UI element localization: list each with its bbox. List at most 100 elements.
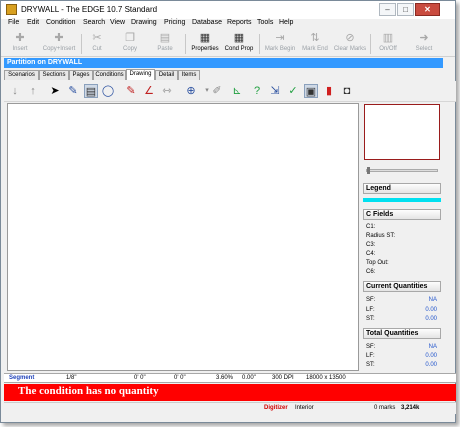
main-toolbar: ✚ Insert ✚ Copy+Insert ✂ Cut ❐ Copy ▤ Paste ▦… bbox=[1, 30, 455, 57]
panel-view-icon[interactable]: ▣ bbox=[304, 84, 318, 98]
percent-readout: 3.60% bbox=[216, 375, 234, 381]
scale-tool-icon[interactable]: ⇿ bbox=[160, 84, 174, 98]
c-field-label: C6: bbox=[366, 269, 376, 275]
section-title: Partition on DRYWALL bbox=[7, 59, 83, 66]
angle-tool-icon[interactable]: ∠ bbox=[142, 84, 156, 98]
clear-marks-button[interactable]: ⊘ Clear Marks bbox=[332, 31, 368, 56]
menu-pricing[interactable]: Pricing bbox=[164, 19, 185, 26]
menu-reports[interactable]: Reports bbox=[227, 19, 252, 26]
legend-header: Legend bbox=[363, 183, 441, 194]
current-quantities-header: Current Quantities bbox=[363, 281, 441, 292]
edit-segment-icon[interactable]: ✐ bbox=[210, 84, 224, 98]
page-thumbnail[interactable] bbox=[364, 104, 440, 160]
globe-icon[interactable]: ⊕ bbox=[184, 84, 198, 98]
total-value: 0.00 bbox=[425, 353, 437, 359]
tab-conditions[interactable]: Conditions bbox=[93, 70, 126, 80]
zoom-slider[interactable] bbox=[366, 167, 438, 174]
maximize-button[interactable]: □ bbox=[397, 3, 414, 16]
clear-marks-icon: ⊘ bbox=[345, 32, 355, 44]
position-x-readout: 0' 0" bbox=[134, 375, 146, 381]
toggle-icon: ▥ bbox=[382, 32, 394, 44]
marks-count: 0 marks bbox=[374, 405, 396, 411]
c-field-label: C4: bbox=[366, 251, 376, 257]
properties-icon: ▦ bbox=[199, 32, 211, 44]
c-field-label: Radius ST: bbox=[366, 233, 396, 239]
toolbar-divider bbox=[81, 34, 82, 54]
tab-drawing[interactable]: Drawing bbox=[126, 69, 155, 80]
condition-alert: The condition has no quantity bbox=[4, 384, 456, 401]
draw-mode-icon[interactable]: ▤ bbox=[84, 84, 98, 98]
window-title: DRYWALL - The EDGE 10.7 Standard bbox=[21, 5, 158, 14]
fit-view-icon[interactable]: ◘ bbox=[340, 84, 354, 98]
quantity-label: ST: bbox=[366, 316, 375, 322]
tab-scenarios[interactable]: Scenarios bbox=[4, 70, 39, 80]
copy-button[interactable]: ❐ Copy bbox=[117, 31, 143, 56]
arrow-down-icon[interactable]: ↓ bbox=[8, 84, 22, 98]
close-button[interactable]: ✕ bbox=[415, 3, 440, 16]
connect-nodes-icon[interactable]: ⇲ bbox=[268, 84, 282, 98]
c-field-label: Top Out: bbox=[366, 260, 389, 266]
interior-status: Interior bbox=[295, 405, 314, 411]
mark-begin-icon: ⇥ bbox=[275, 32, 285, 44]
menu-condition[interactable]: Condition bbox=[46, 19, 76, 26]
toolbar-divider bbox=[185, 34, 186, 54]
cond-prop-button[interactable]: ▦ Cond Prop bbox=[223, 31, 255, 56]
digitizer-status: Digitizer bbox=[264, 405, 288, 411]
mark-begin-button[interactable]: ⇥ Mark Begin bbox=[262, 31, 298, 56]
title-bar: DRYWALL - The EDGE 10.7 Standard – □ ✕ bbox=[1, 1, 455, 19]
menu-view[interactable]: View bbox=[110, 19, 125, 26]
tab-detail[interactable]: Detail bbox=[155, 70, 178, 80]
minimize-button[interactable]: – bbox=[379, 3, 396, 16]
paste-button[interactable]: ▤ Paste bbox=[151, 31, 179, 56]
help-point-icon[interactable]: ? bbox=[250, 84, 264, 98]
mark-end-button[interactable]: ⇅ Mark End bbox=[299, 31, 331, 56]
image-size-readout: 18000 x 13500 bbox=[306, 375, 346, 381]
toolbar-divider bbox=[259, 34, 260, 54]
select-arrow-icon: ➜ bbox=[419, 32, 429, 44]
tab-strip: Scenarios Sections Pages Conditions Draw… bbox=[4, 69, 443, 80]
axis-tool-icon[interactable]: ⊾ bbox=[230, 84, 244, 98]
menu-edit[interactable]: Edit bbox=[27, 19, 39, 26]
segment-label: Segment bbox=[9, 375, 35, 381]
cut-button[interactable]: ✂ Cut bbox=[85, 31, 109, 56]
rec-draw-icon[interactable]: ✎ bbox=[124, 84, 138, 98]
c-fields-header: C Fields bbox=[363, 209, 441, 220]
drawing-toolbar: ↓ ↑ ➤ ✎ ▤ ◯ ✎ ∠ ⇿ ⊕ ▾ ✐ ⊾ ? ⇲ ✓ ▣ ▮ ◘ bbox=[4, 81, 456, 102]
menu-tools[interactable]: Tools bbox=[257, 19, 273, 26]
tab-sections[interactable]: Sections bbox=[39, 70, 69, 80]
insert-button[interactable]: ✚ Insert bbox=[7, 31, 33, 56]
pointer-icon[interactable]: ➤ bbox=[48, 84, 62, 98]
arrow-up-icon[interactable]: ↑ bbox=[26, 84, 40, 98]
on-off-button[interactable]: ▥ On/Off bbox=[375, 31, 401, 56]
slider-handle[interactable] bbox=[367, 167, 370, 174]
menu-drawing[interactable]: Drawing bbox=[131, 19, 157, 26]
circle-tool-icon[interactable]: ◯ bbox=[101, 84, 115, 98]
drawing-canvas[interactable] bbox=[7, 103, 359, 371]
pen-tool-icon[interactable]: ✎ bbox=[66, 84, 80, 98]
total-quantities-header: Total Quantities bbox=[363, 328, 441, 339]
memory-usage: 3,214k bbox=[401, 405, 420, 411]
quantity-value: NA bbox=[428, 297, 437, 303]
menu-help[interactable]: Help bbox=[279, 19, 293, 26]
c-field-label: C1: bbox=[366, 224, 376, 230]
check-icon[interactable]: ✓ bbox=[286, 84, 300, 98]
properties-button[interactable]: ▦ Properties bbox=[189, 31, 221, 56]
flag-icon[interactable]: ▮ bbox=[322, 84, 336, 98]
select-button[interactable]: ➜ Select bbox=[411, 31, 437, 56]
copy-insert-button[interactable]: ✚ Copy+Insert bbox=[39, 31, 79, 56]
tab-items[interactable]: Items bbox=[178, 70, 200, 80]
app-window: DRYWALL - The EDGE 10.7 Standard – □ ✕ F… bbox=[0, 0, 456, 423]
menu-database[interactable]: Database bbox=[192, 19, 222, 26]
menu-bar: File Edit Condition Search View Drawing … bbox=[1, 19, 455, 30]
menu-search[interactable]: Search bbox=[83, 19, 105, 26]
app-icon bbox=[6, 4, 17, 15]
toolbar-divider bbox=[370, 34, 371, 54]
tab-pages[interactable]: Pages bbox=[69, 70, 93, 80]
length-readout: 0.00" bbox=[242, 375, 256, 381]
copy-plus-icon: ✚ bbox=[54, 32, 64, 44]
menu-file[interactable]: File bbox=[8, 19, 19, 26]
c-field-label: C3: bbox=[366, 242, 376, 248]
total-label: SF: bbox=[366, 344, 376, 350]
copy-icon: ❐ bbox=[125, 32, 135, 44]
scale-readout: 1/8" bbox=[66, 375, 77, 381]
